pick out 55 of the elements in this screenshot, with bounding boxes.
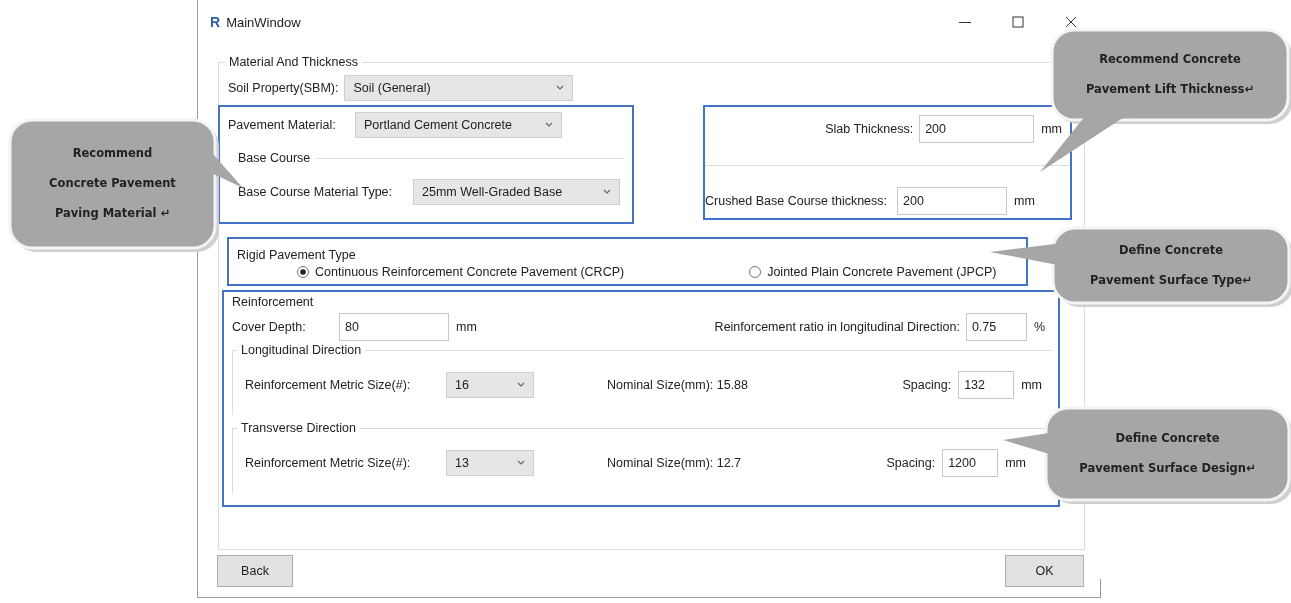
field-label: Pavement Material:	[228, 118, 337, 132]
field-label: Reinforcement ratio in longitudinal Direction:	[714, 320, 960, 334]
callout-text: Recommend Concrete Pavement Lift Thickness↵	[1085, 51, 1255, 98]
dropdown[interactable]: 13	[446, 450, 534, 476]
radio-option[interactable]: Continuous Reinforcement Concrete Pavement (CRCP)	[297, 265, 625, 279]
unit-label: mm	[1014, 194, 1035, 208]
app-logo: R	[210, 14, 221, 30]
back-button[interactable]: Back	[217, 555, 293, 587]
field-label: Soil Property(SBM):	[228, 81, 339, 95]
chevron-icon	[545, 122, 553, 128]
callout-text: Define Concrete Pavement Surface Type↵	[1090, 241, 1252, 289]
dropdown[interactable]: 25mm Well-Graded Base	[413, 179, 620, 205]
field-label: Spacing:	[886, 456, 936, 470]
field-label: Slab Thickness:	[825, 122, 914, 136]
nominal-size-text: Nominal Size(mm): 12.7	[607, 456, 742, 470]
field-label: Crushed Base Course thickness:	[705, 194, 888, 208]
field-label: Cover Depth:	[232, 320, 307, 334]
chevron-icon	[556, 85, 565, 91]
unit-label: %	[1033, 320, 1045, 334]
field-label: Base Course Material Type:	[238, 185, 393, 199]
close-icon[interactable]	[1063, 14, 1079, 30]
window-title: MainWindow	[226, 14, 301, 30]
chevron-icon	[517, 382, 525, 388]
text-field[interactable]: 80	[339, 313, 449, 341]
group-title: Reinforcement	[232, 295, 314, 309]
callout-text: Recommend Concrete Pavement Paving Material ↵	[49, 145, 176, 222]
dropdown[interactable]: Portland Cement Concrete	[355, 112, 562, 138]
field-label: Spacing:	[902, 378, 952, 392]
field-label: Reinforcement Metric Size(#):	[245, 378, 412, 392]
unit-label: mm	[1041, 122, 1062, 136]
unit-label: mm	[1005, 456, 1026, 470]
callout-text: Define Concrete Pavement Surface Design↵	[1079, 430, 1256, 477]
radio-icon[interactable]	[749, 266, 762, 278]
text-field[interactable]: 1200	[942, 449, 999, 477]
chevron-icon	[603, 189, 611, 195]
unit-label: mm	[456, 320, 477, 334]
group-title: Rigid Pavement Type	[237, 248, 357, 262]
radio-icon[interactable]	[297, 266, 309, 278]
maximize-icon[interactable]	[1010, 14, 1026, 30]
text-field[interactable]: 132	[958, 371, 1015, 399]
chevron-icon	[517, 460, 525, 466]
nominal-size-text: Nominal Size(mm): 15.88	[607, 378, 748, 392]
field-label: Reinforcement Metric Size(#):	[245, 456, 412, 470]
dropdown[interactable]: Soil (General)	[344, 75, 574, 101]
radio-option[interactable]: Jointed Plain Concrete Pavement (JPCP)	[749, 265, 997, 279]
dropdown[interactable]: 16	[446, 372, 534, 398]
text-field[interactable]: 200	[897, 187, 1008, 215]
group-title: Base Course	[238, 151, 311, 165]
text-field[interactable]: 200	[919, 115, 1035, 143]
text-field[interactable]: 0.75	[965, 313, 1027, 341]
unit-label: mm	[1021, 378, 1042, 392]
ok-button[interactable]: OK	[1005, 555, 1084, 587]
group-title: Material And Thickness	[228, 55, 359, 69]
group-title: Transverse Direction	[240, 421, 357, 435]
group-title: Longitudinal Direction	[240, 343, 363, 357]
